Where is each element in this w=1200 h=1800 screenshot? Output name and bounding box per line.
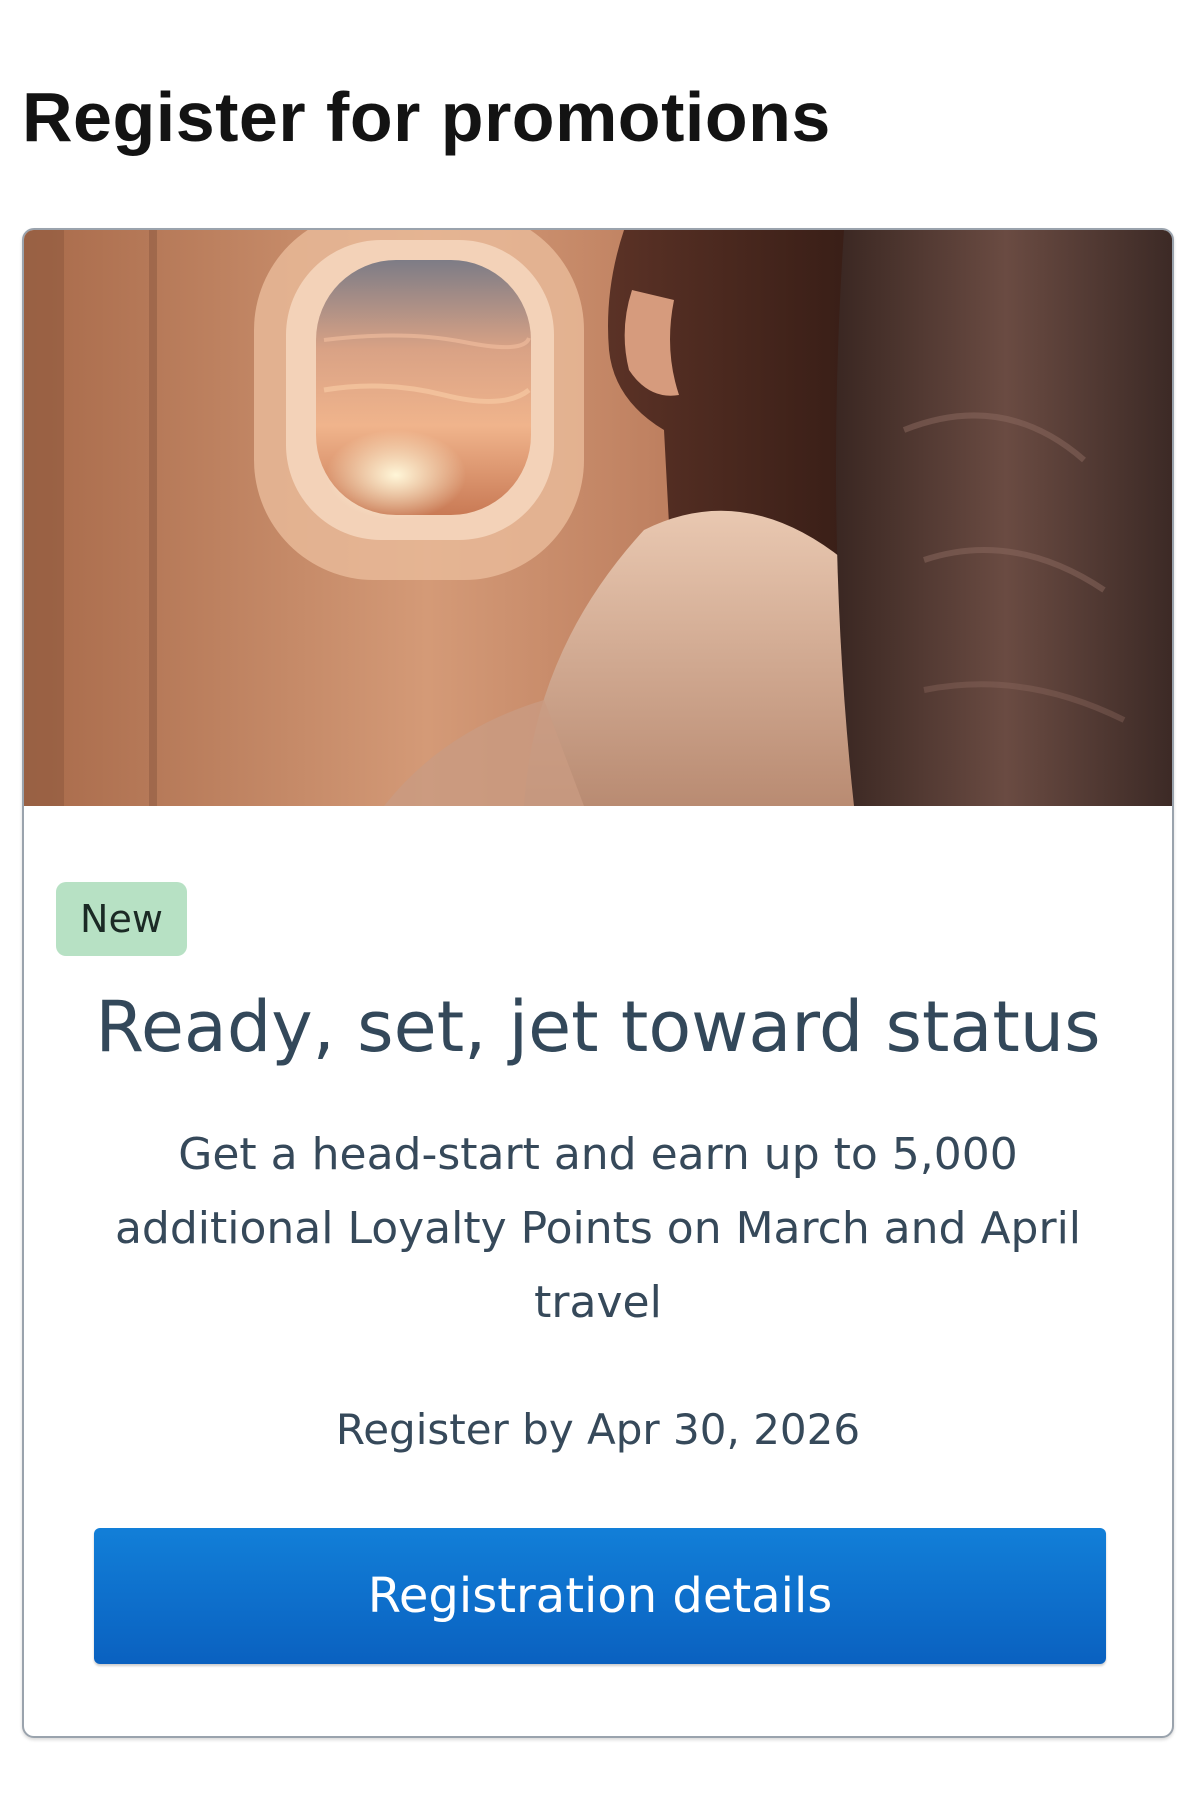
registration-details-button[interactable]: Registration details bbox=[94, 1528, 1106, 1664]
registration-deadline: Register by Apr 30, 2026 bbox=[335, 1405, 861, 1454]
promotion-card: New Ready, set, jet toward status Get a … bbox=[22, 228, 1174, 1738]
new-badge: New bbox=[56, 882, 187, 956]
page-title: Register for promotions bbox=[22, 78, 831, 156]
promotion-image bbox=[24, 230, 1172, 806]
promotion-description: Get a head-start and earn up to 5,000 ad… bbox=[114, 1129, 1082, 1328]
promotion-title: Ready, set, jet toward status bbox=[95, 986, 1101, 1068]
